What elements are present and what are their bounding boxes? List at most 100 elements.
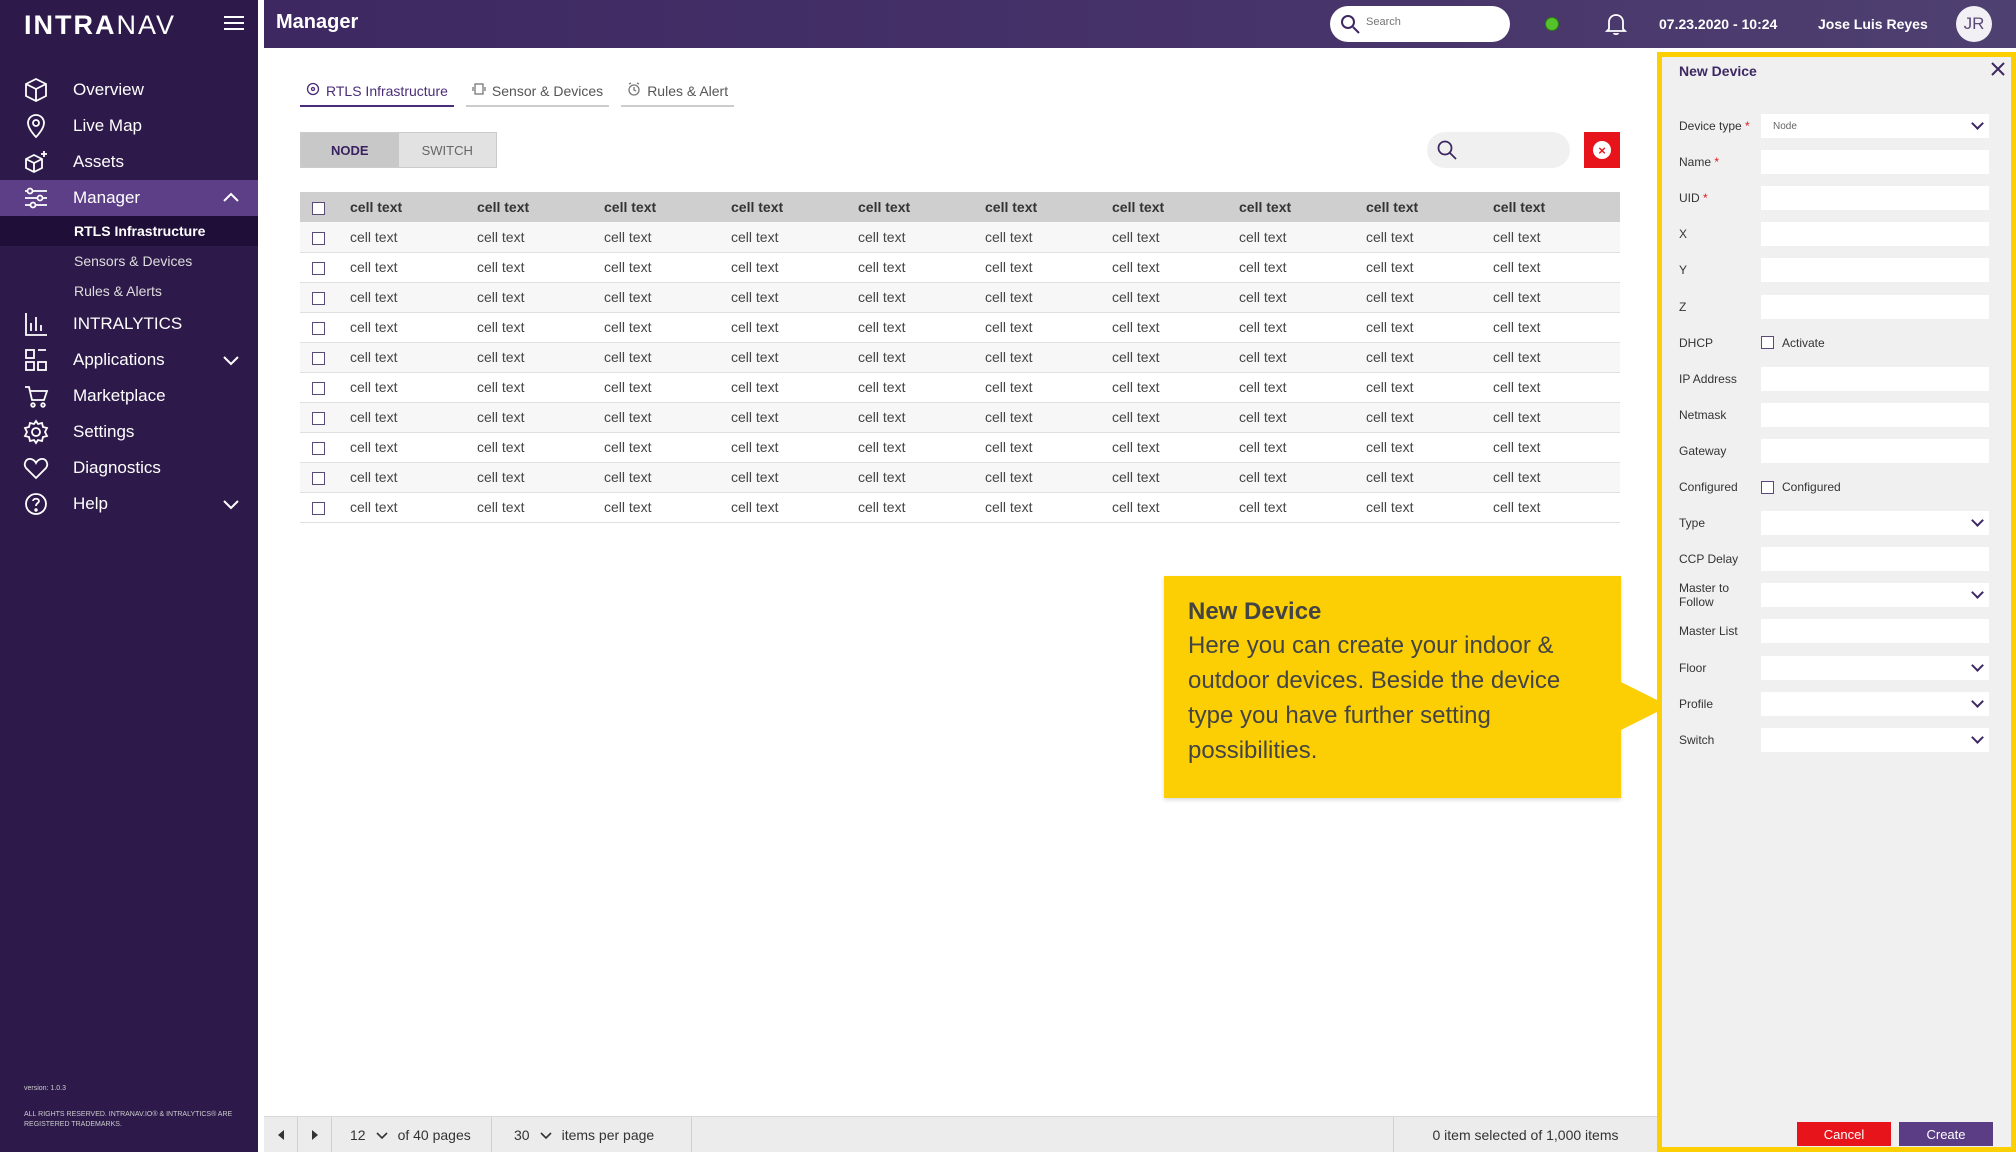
column-header[interactable]: cell text [350, 192, 477, 222]
field-input[interactable] [1761, 366, 1989, 391]
sidebar-subitem-rtls[interactable]: RTLS Infrastructure [0, 216, 258, 246]
cancel-button[interactable]: Cancel [1797, 1122, 1891, 1146]
intranav-logo[interactable]: INTRANAV [24, 10, 176, 41]
user-name[interactable]: Jose Luis Reyes [1818, 16, 1928, 32]
create-button[interactable]: Create [1899, 1122, 1993, 1146]
table-row[interactable]: cell text cell text cell text cell text cell… [300, 312, 1620, 343]
sidebar-item-applications[interactable]: Applications [0, 342, 258, 378]
toggle-switch[interactable]: SWITCH [398, 133, 496, 167]
sidebar-item-diagnostics[interactable]: Diagnostics [0, 450, 258, 486]
field-dropdown[interactable] [1761, 691, 1989, 716]
row-checkbox[interactable] [300, 372, 350, 403]
row-checkbox[interactable] [300, 342, 350, 373]
sidebar-item-marketplace[interactable]: Marketplace [0, 378, 258, 414]
field-input[interactable] [1761, 402, 1989, 427]
table-cell: cell text [1112, 492, 1239, 523]
search-icon [1340, 14, 1360, 39]
per-page-select[interactable]: 30 items per page [492, 1117, 692, 1152]
sidebar-item-manager[interactable]: Manager [0, 180, 258, 216]
row-checkbox[interactable] [300, 252, 350, 283]
sidebar-subitem-rules[interactable]: Rules & Alerts [0, 276, 258, 306]
table-row[interactable]: cell text cell text cell text cell text cell… [300, 372, 1620, 403]
column-header[interactable]: cell text [604, 192, 731, 222]
row-checkbox[interactable] [300, 222, 350, 253]
field-dropdown[interactable] [1761, 511, 1989, 536]
column-header[interactable]: cell text [1239, 192, 1366, 222]
global-search[interactable] [1330, 6, 1510, 42]
select-all-checkbox[interactable] [300, 192, 350, 222]
field-input[interactable] [1761, 186, 1989, 211]
row-checkbox[interactable] [300, 462, 350, 493]
sidebar-item-help[interactable]: Help [0, 486, 258, 522]
table-cell: cell text [350, 342, 477, 373]
row-checkbox[interactable] [300, 312, 350, 343]
form-row: Profile [1679, 691, 1999, 717]
field-dropdown[interactable] [1761, 583, 1989, 608]
table-cell: cell text [604, 312, 731, 343]
sidebar-item-settings[interactable]: Settings [0, 414, 258, 450]
chevron-up-icon[interactable] [222, 190, 240, 204]
sidebar-item-overview[interactable]: Overview [0, 72, 258, 108]
field-dropdown[interactable]: Node [1761, 114, 1989, 138]
bell-icon[interactable] [1604, 12, 1628, 41]
table-row[interactable]: cell text cell text cell text cell text cell… [300, 252, 1620, 283]
column-header[interactable]: cell text [1366, 192, 1493, 222]
field-input[interactable] [1761, 438, 1989, 463]
column-header[interactable]: cell text [858, 192, 985, 222]
row-checkbox[interactable] [300, 492, 350, 523]
table-row[interactable]: cell text cell text cell text cell text cell… [300, 462, 1620, 493]
table-row[interactable]: cell text cell text cell text cell text cell… [300, 402, 1620, 433]
row-checkbox[interactable] [300, 402, 350, 433]
chevron-down-icon[interactable] [222, 352, 240, 366]
field-input[interactable] [1761, 258, 1989, 283]
table-row[interactable]: cell text cell text cell text cell text cell… [300, 222, 1620, 253]
sidebar-item-assets[interactable]: Assets [0, 144, 258, 180]
table-cell: cell text [350, 492, 477, 523]
table-row[interactable]: cell text cell text cell text cell text cell… [300, 342, 1620, 373]
clear-filter-button[interactable]: × [1584, 132, 1620, 168]
table-cell: cell text [1366, 252, 1493, 283]
column-header[interactable]: cell text [731, 192, 858, 222]
table-cell: cell text [604, 402, 731, 433]
field-input[interactable] [1761, 547, 1989, 572]
chevron-down-icon[interactable] [222, 496, 240, 510]
manager-tabs: RTLS Infrastructure Sensor & Devices Rul… [300, 78, 735, 107]
form-row: CCP Delay [1679, 546, 1999, 572]
field-dropdown[interactable] [1761, 727, 1989, 752]
column-header[interactable]: cell text [1112, 192, 1239, 222]
prev-page-button[interactable] [264, 1117, 298, 1152]
row-checkbox[interactable] [300, 432, 350, 463]
field-input[interactable] [1761, 294, 1989, 319]
field-checkbox[interactable]: Activate [1761, 336, 1825, 350]
field-input[interactable] [1761, 619, 1989, 644]
tab-rules-alert[interactable]: Rules & Alert [621, 78, 735, 107]
column-header[interactable]: cell text [477, 192, 604, 222]
table-cell: cell text [1112, 462, 1239, 493]
field-checkbox[interactable]: Configured [1761, 480, 1841, 494]
menu-icon[interactable] [224, 16, 244, 32]
tab-sensor-devices[interactable]: Sensor & Devices [465, 78, 610, 107]
column-header[interactable]: cell text [1493, 192, 1620, 222]
field-input[interactable] [1761, 150, 1989, 175]
sidebar-item-intralytics[interactable]: INTRALYTICS [0, 306, 258, 342]
next-page-button[interactable] [298, 1117, 332, 1152]
sidebar-item-live-map[interactable]: Live Map [0, 108, 258, 144]
table-cell: cell text [1112, 252, 1239, 283]
sidebar-subitem-sensors[interactable]: Sensors & Devices [0, 246, 258, 276]
field-dropdown[interactable] [1761, 655, 1989, 680]
table-search[interactable] [1427, 132, 1570, 168]
table-row[interactable]: cell text cell text cell text cell text cell… [300, 432, 1620, 463]
tab-rtls-infrastructure[interactable]: RTLS Infrastructure [300, 78, 454, 107]
form-row: Z [1679, 294, 1999, 320]
search-input[interactable] [1366, 16, 1496, 28]
table-row[interactable]: cell text cell text cell text cell text cell… [300, 492, 1620, 523]
field-input[interactable] [1761, 222, 1989, 247]
toggle-node[interactable]: NODE [301, 133, 399, 167]
row-checkbox[interactable] [300, 282, 350, 313]
avatar[interactable]: JR [1956, 6, 1992, 42]
close-icon[interactable] [1990, 61, 2006, 77]
page-select[interactable]: 12 of 40 pages [332, 1117, 492, 1152]
table-row[interactable]: cell text cell text cell text cell text cell… [300, 282, 1620, 313]
column-header[interactable]: cell text [985, 192, 1112, 222]
tab-label: Rules & Alert [647, 82, 729, 99]
